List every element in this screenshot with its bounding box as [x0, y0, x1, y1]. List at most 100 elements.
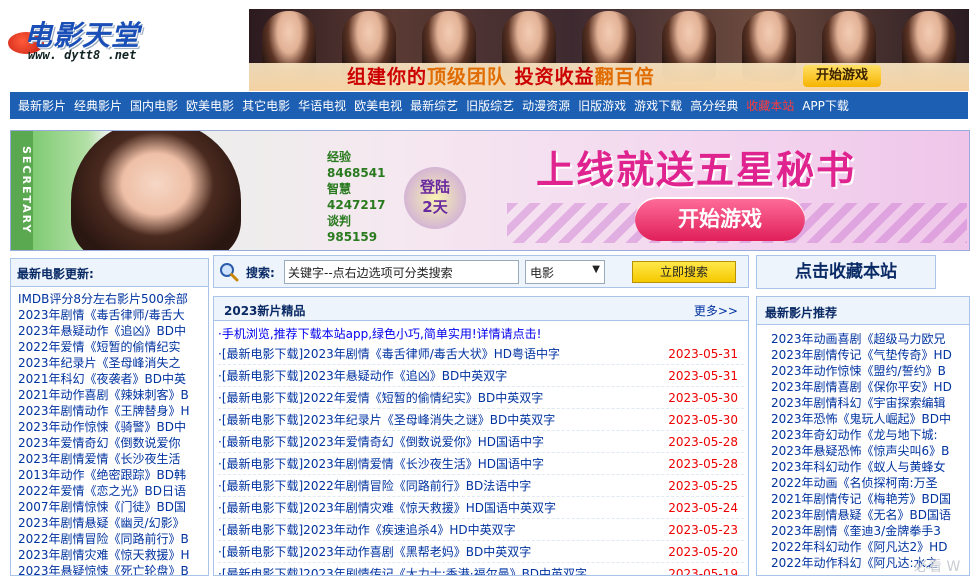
nav-item[interactable]: 旧版游戏	[578, 97, 626, 114]
list-item: ·[最新电影下载]2023年悬疑动作《追凶》BD中英双字 2023-05-31	[218, 365, 744, 387]
list-item[interactable]: 2021年动作喜剧《辣妹刺客》B	[18, 387, 202, 403]
movie-link[interactable]: ·[最新电影下载]2023年动作喜剧《黑帮老妈》BD中英双字	[218, 545, 531, 559]
release-date: 2023-05-20	[668, 545, 738, 559]
nav-item[interactable]: 高分经典	[690, 97, 738, 114]
top-banner-slogan: 组建你的顶级团队 投资收益翻百倍	[347, 66, 655, 88]
list-item[interactable]: 2023年恐怖《鬼玩人崛起》BD中	[771, 411, 965, 427]
banner-stat-line: 经验	[327, 150, 352, 164]
list-item[interactable]: 2023年剧情动作《王牌替身》H	[18, 403, 202, 419]
movie-link[interactable]: ·[最新电影下载]2023年剧情灾难《惊天救援》HD国语中英双字	[218, 501, 556, 515]
movie-link[interactable]: ·[最新电影下载]2022年剧情冒险《同路前行》BD法语中字	[218, 479, 531, 493]
banner-stats: 经验 8468541 智慧 4247217 谈判 985159	[327, 149, 399, 245]
nav-item[interactable]: 最新综艺	[410, 97, 458, 114]
bookmark-site-button[interactable]: 点击收藏本站	[756, 255, 936, 289]
list-item[interactable]: 2022年爱情《短暂的偷情纪实	[18, 339, 202, 355]
search-bar: 搜索: 电影▼ 立即搜索	[213, 255, 749, 288]
list-item[interactable]: 2023年动画喜剧《超级马力欧兄	[771, 331, 965, 347]
site-logo[interactable]: 电影天堂 www. dytt8 .net	[8, 10, 173, 68]
list-item: ·[最新电影下载]2022年剧情冒险《同路前行》BD法语中字 2023-05-25	[218, 475, 744, 497]
nav-item[interactable]: 收藏本站	[746, 97, 794, 114]
nav-item[interactable]: 欧美电影	[186, 97, 234, 114]
list-item[interactable]: 2007年剧情惊悚《门徒》BD国	[18, 499, 202, 515]
banner-stat-line: 智慧	[327, 182, 352, 196]
list-item[interactable]: 2021年科幻《夜袭者》BD中英	[18, 371, 202, 387]
release-date: 2023-05-25	[668, 479, 738, 493]
banner-stat-line: 985159	[327, 230, 378, 244]
list-item[interactable]: 2023年科幻动作《蚁人与黄蜂女	[771, 459, 965, 475]
list-item[interactable]: 2023年剧情悬疑《无名》BD国语	[771, 507, 965, 523]
list-item[interactable]: 2023年剧情爱情《长沙夜生活	[18, 451, 202, 467]
list-item[interactable]: 2022年剧情冒险《同路前行》B	[18, 531, 202, 547]
release-date: 2023-05-24	[668, 501, 738, 515]
list-item[interactable]: 2022年动画《名侦探柯南:万圣	[771, 475, 965, 491]
nav-item[interactable]: 国内电影	[130, 97, 178, 114]
search-button[interactable]: 立即搜索	[632, 261, 736, 283]
list-item[interactable]: 2023年纪录片《圣母峰消失之	[18, 355, 202, 371]
nav-item[interactable]: 欧美电视	[354, 97, 402, 114]
recommended-title: 最新影片推荐	[757, 297, 969, 325]
nav-item[interactable]: 其它电影	[242, 97, 290, 114]
list-item[interactable]: 2023年悬疑惊悚《死亡轮盘》B	[18, 563, 202, 575]
search-category-select[interactable]: 电影 ▼	[525, 260, 605, 284]
nav-item[interactable]: 经典影片	[74, 97, 122, 114]
chevron-down-icon: ▼	[592, 264, 600, 275]
movie-link[interactable]: ·[最新电影下载]2023年纪录片《圣母峰消失之谜》BD中英双字	[218, 413, 555, 427]
movie-link[interactable]: ·[最新电影下载]2023年悬疑动作《追凶》BD中英双字	[218, 369, 507, 383]
list-item: ·[最新电影下载]2023年动作喜剧《黑帮老妈》BD中英双字 2023-05-20	[218, 541, 744, 563]
list-item[interactable]: 2023年剧情科幻《宇宙探索编辑	[771, 395, 965, 411]
more-link[interactable]: 更多>>	[694, 302, 738, 319]
list-item[interactable]: 2013年动作《绝密跟踪》BD韩	[18, 467, 202, 483]
search-input[interactable]	[284, 260, 519, 284]
list-item[interactable]: 2023年剧情悬疑《幽灵/幻影》	[18, 515, 202, 531]
list-item[interactable]: 2023年动作惊悚《盟约/誓约》B	[771, 363, 965, 379]
list-item[interactable]: 2023年剧情灾难《惊天救援》H	[18, 547, 202, 563]
list-item[interactable]: 2022年科幻动作《阿凡达2》HD	[771, 539, 965, 555]
app-notice-link[interactable]: ·手机浏览,推荐下载本站app,绿色小巧,简单实用!详情请点击!	[214, 321, 748, 343]
search-icon	[220, 263, 239, 282]
movie-link[interactable]: ·[最新电影下载]2023年爱情奇幻《倒数说爱你》HD国语中字	[218, 435, 544, 449]
list-item[interactable]: 2021年剧情传记《梅艳芳》BD国	[771, 491, 965, 507]
movie-link[interactable]: ·[最新电影下载]2023年剧情爱情《长沙夜生活》HD国语中字	[218, 457, 544, 471]
banner-cta-button[interactable]: 开始游戏	[635, 197, 805, 241]
list-item: ·[最新电影下载]2023年剧情爱情《长沙夜生活》HD国语中字 2023-05-2…	[218, 453, 744, 475]
banner-stat-line: 谈判	[327, 214, 352, 228]
new-releases-panel: 2023新片精品 更多>> ·手机浏览,推荐下载本站app,绿色小巧,简单实用!…	[213, 296, 749, 576]
nav-item[interactable]: 华语电视	[298, 97, 346, 114]
list-item[interactable]: 2023年剧情喜剧《保你平安》HD	[771, 379, 965, 395]
nav-item[interactable]: APP下载	[802, 97, 849, 114]
list-item[interactable]: 2023年悬疑动作《追凶》BD中	[18, 323, 202, 339]
list-item[interactable]: 2022年爱情《恋之光》BD日语	[18, 483, 202, 499]
list-item[interactable]: 2023年剧情《奎迪3/金牌拳手3	[771, 523, 965, 539]
list-item: ·[最新电影下载]2023年剧情传记《大力士:香港·福尔曼》BD中英双字 2023…	[218, 563, 744, 576]
banner-stat-line: 8468541	[327, 166, 386, 180]
release-date: 2023-05-19	[668, 567, 738, 576]
logo-url: www. dytt8 .net	[28, 48, 137, 62]
top-ad-banner[interactable]: 组建你的顶级团队 投资收益翻百倍 开始游戏	[249, 9, 969, 91]
list-item[interactable]: IMDB评分8分左右影片500余部	[18, 291, 202, 307]
list-item[interactable]: 2023年剧情《毒舌律师/毒舌大	[18, 307, 202, 323]
nav-item[interactable]: 游戏下载	[634, 97, 682, 114]
movie-link[interactable]: ·[最新电影下载]2023年动作《疾速追杀4》HD中英双字	[218, 523, 516, 537]
nav-item[interactable]: 旧版综艺	[466, 97, 514, 114]
movie-link[interactable]: ·[最新电影下载]2022年爱情《短暂的偷情纪实》BD中英双字	[218, 391, 543, 405]
release-date: 2023-05-31	[668, 347, 738, 361]
recommended-panel: 最新影片推荐 2023年动画喜剧《超级马力欧兄 2023年剧情传记《气垫传奇》HD…	[756, 296, 970, 576]
movie-link[interactable]: ·[最新电影下载]2023年剧情《毒舌律师/毒舌大状》HD粤语中字	[218, 347, 560, 361]
mid-ad-banner[interactable]: SECRETARY 经验 8468541 智慧 4247217 谈判 985159 登陆 2…	[10, 130, 970, 251]
release-date: 2023-05-31	[668, 369, 738, 383]
movie-link[interactable]: ·[最新电影下载]2023年剧情传记《大力士:香港·福尔曼》BD中英双字	[218, 567, 587, 575]
latest-updates-list: IMDB评分8分左右影片500余部 2023年剧情《毒舌律师/毒舌大 2023年悬疑…	[11, 287, 208, 575]
nav-item[interactable]: 动漫资源	[522, 97, 570, 114]
top-banner-play-button[interactable]: 开始游戏	[803, 65, 881, 87]
list-item[interactable]: 2023年奇幻动作《龙与地下城:	[771, 427, 965, 443]
banner-login-badge: 登陆 2天	[404, 167, 466, 229]
list-item[interactable]: 2023年动作惊悚《骑警》BD中	[18, 419, 202, 435]
new-releases-list: ·[最新电影下载]2023年剧情《毒舌律师/毒舌大状》HD粤语中字 2023-05…	[214, 343, 748, 576]
nav-item[interactable]: 最新影片	[18, 97, 66, 114]
list-item: ·[最新电影下载]2022年爱情《短暂的偷情纪实》BD中英双字 2023-05-3…	[218, 387, 744, 409]
list-item: ·[最新电影下载]2023年动作《疾速追杀4》HD中英双字 2023-05-23	[218, 519, 744, 541]
list-item[interactable]: 2023年悬疑恐怖《惊声尖叫6》B	[771, 443, 965, 459]
list-item[interactable]: 2023年剧情传记《气垫传奇》HD	[771, 347, 965, 363]
banner-headline: 上线就送五星秘书	[536, 148, 857, 192]
list-item[interactable]: 2023年爱情奇幻《倒数说爱你	[18, 435, 202, 451]
